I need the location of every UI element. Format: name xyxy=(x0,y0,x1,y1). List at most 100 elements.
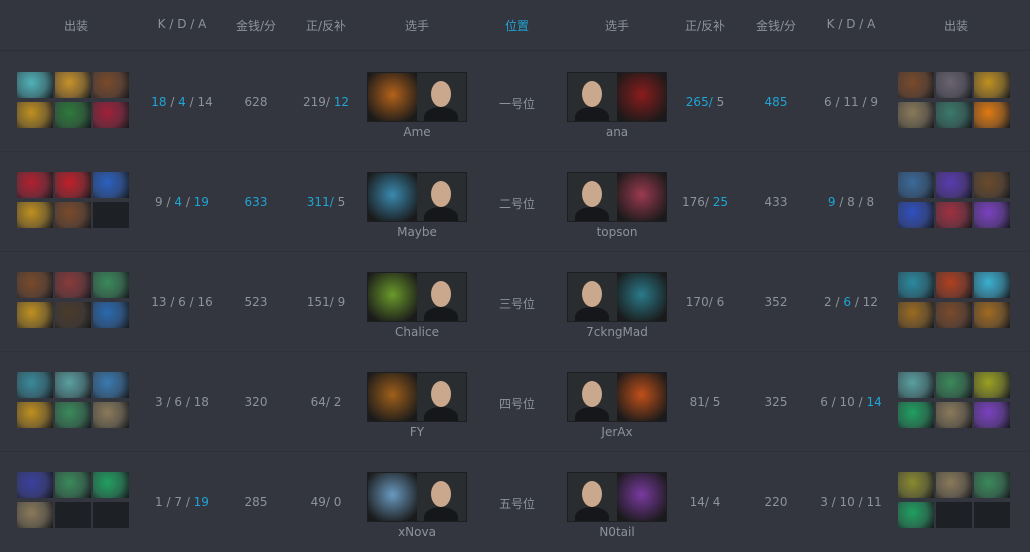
item-icon[interactable] xyxy=(17,272,53,298)
item-icon[interactable] xyxy=(55,72,91,98)
item-icon[interactable] xyxy=(974,172,1010,198)
right-player-name[interactable]: JerAx xyxy=(601,425,632,439)
item-icon[interactable] xyxy=(898,402,934,428)
player-photo[interactable] xyxy=(568,73,617,121)
player-photo[interactable] xyxy=(568,173,617,221)
item-icon[interactable] xyxy=(898,72,934,98)
item-icon[interactable] xyxy=(17,372,53,398)
player-photo[interactable] xyxy=(568,273,617,321)
right-player-name[interactable]: ana xyxy=(606,125,628,139)
right-player-card[interactable] xyxy=(567,72,667,122)
hero-portrait[interactable] xyxy=(368,373,417,421)
item-icon[interactable] xyxy=(93,172,129,198)
item-icon[interactable] xyxy=(898,272,934,298)
item-icon[interactable] xyxy=(55,302,91,328)
right-player-card[interactable] xyxy=(567,272,667,322)
player-photo[interactable] xyxy=(417,73,466,121)
item-icon[interactable] xyxy=(93,472,129,498)
hero-portrait[interactable] xyxy=(617,473,666,521)
item-icon[interactable] xyxy=(17,72,53,98)
item-icon[interactable] xyxy=(936,272,972,298)
left-kda-value: 3 xyxy=(155,395,163,409)
item-icon[interactable] xyxy=(898,372,934,398)
right-player-card[interactable] xyxy=(567,172,667,222)
right-player-name[interactable]: topson xyxy=(597,225,638,239)
left-player-card[interactable] xyxy=(367,272,467,322)
item-icon[interactable] xyxy=(17,502,53,528)
item-icon[interactable] xyxy=(93,372,129,398)
left-player-card[interactable] xyxy=(367,372,467,422)
item-icon[interactable] xyxy=(936,202,972,228)
player-photo[interactable] xyxy=(568,473,617,521)
item-icon[interactable] xyxy=(898,502,934,528)
item-icon[interactable] xyxy=(17,302,53,328)
item-icon[interactable] xyxy=(55,172,91,198)
left-player-name[interactable]: Chalice xyxy=(395,325,439,339)
item-icon[interactable] xyxy=(936,472,972,498)
hero-portrait[interactable] xyxy=(368,273,417,321)
item-icon[interactable] xyxy=(898,302,934,328)
hero-portrait[interactable] xyxy=(368,473,417,521)
left-player-card[interactable] xyxy=(367,472,467,522)
right-player-name[interactable]: N0tail xyxy=(599,525,634,539)
item-icon[interactable] xyxy=(55,472,91,498)
item-icon[interactable] xyxy=(17,202,53,228)
item-icon[interactable] xyxy=(974,372,1010,398)
player-photo[interactable] xyxy=(417,373,466,421)
item-icon[interactable] xyxy=(17,102,53,128)
right-player-card[interactable] xyxy=(567,372,667,422)
item-icon[interactable] xyxy=(936,372,972,398)
item-icon[interactable] xyxy=(974,472,1010,498)
left-player-name[interactable]: xNova xyxy=(398,525,436,539)
item-icon[interactable] xyxy=(55,272,91,298)
item-icon[interactable] xyxy=(93,402,129,428)
item-icon[interactable] xyxy=(974,102,1010,128)
left-player-name[interactable]: FY xyxy=(410,425,424,439)
item-icon[interactable] xyxy=(55,372,91,398)
item-icon[interactable] xyxy=(17,472,53,498)
item-icon[interactable] xyxy=(17,172,53,198)
item-icon[interactable] xyxy=(974,402,1010,428)
left-player-card[interactable] xyxy=(367,72,467,122)
hero-portrait[interactable] xyxy=(368,73,417,121)
item-icon[interactable] xyxy=(936,102,972,128)
left-player-name[interactable]: Maybe xyxy=(397,225,437,239)
item-icon[interactable] xyxy=(93,302,129,328)
player-photo[interactable] xyxy=(417,473,466,521)
player-photo[interactable] xyxy=(417,173,466,221)
right-player-name[interactable]: 7ckngMad xyxy=(586,325,648,339)
hero-portrait[interactable] xyxy=(617,373,666,421)
item-icon[interactable] xyxy=(936,72,972,98)
item-icon[interactable] xyxy=(55,402,91,428)
header-position[interactable]: 位置 xyxy=(505,17,529,34)
item-icon[interactable] xyxy=(898,202,934,228)
item-icon[interactable] xyxy=(936,302,972,328)
hero-portrait[interactable] xyxy=(617,173,666,221)
item-icon[interactable] xyxy=(898,102,934,128)
hero-portrait[interactable] xyxy=(617,73,666,121)
left-player-name[interactable]: Ame xyxy=(403,125,430,139)
item-icon[interactable] xyxy=(898,172,934,198)
right-kda-value: 11 xyxy=(843,95,859,109)
item-icon[interactable] xyxy=(974,302,1010,328)
hero-portrait[interactable] xyxy=(368,173,417,221)
item-icon[interactable] xyxy=(93,102,129,128)
item-icon[interactable] xyxy=(93,272,129,298)
header-kda-left: K / D / A xyxy=(157,17,207,31)
hero-portrait[interactable] xyxy=(617,273,666,321)
item-icon[interactable] xyxy=(936,402,972,428)
item-icon[interactable] xyxy=(55,102,91,128)
player-photo[interactable] xyxy=(568,373,617,421)
item-icon[interactable] xyxy=(974,202,1010,228)
item-icon[interactable] xyxy=(974,272,1010,298)
player-photo[interactable] xyxy=(417,273,466,321)
item-icon[interactable] xyxy=(55,202,91,228)
right-kda-value: 11 xyxy=(866,495,882,509)
item-icon[interactable] xyxy=(936,172,972,198)
item-icon[interactable] xyxy=(17,402,53,428)
right-player-card[interactable] xyxy=(567,472,667,522)
item-icon[interactable] xyxy=(974,72,1010,98)
item-icon[interactable] xyxy=(898,472,934,498)
item-icon[interactable] xyxy=(93,72,129,98)
left-player-card[interactable] xyxy=(367,172,467,222)
